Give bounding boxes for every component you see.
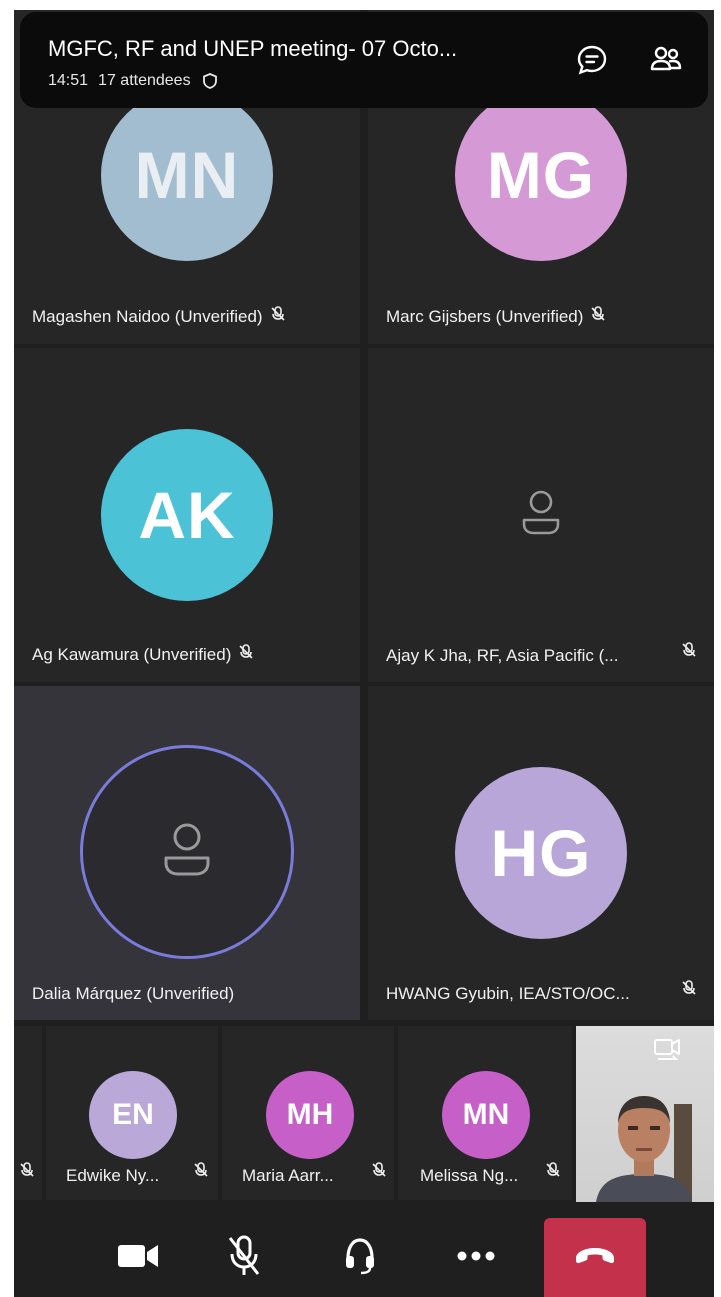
avatar: HG xyxy=(455,767,627,939)
participant-tile-small[interactable]: MN Melissa Ng... xyxy=(398,1026,572,1200)
self-view-video[interactable] xyxy=(576,1026,714,1202)
avatar xyxy=(455,429,627,601)
participant-tile[interactable]: HG HWANG Gyubin, IEA/STO/OC... xyxy=(368,686,714,1020)
participant-name-label: Dalia Márquez (Unverified) xyxy=(32,984,235,1003)
microphone-off-icon xyxy=(544,1161,562,1184)
participant-name: Magashen Naidoo (Unverified) xyxy=(32,305,287,328)
attendee-count[interactable]: 17 attendees xyxy=(98,72,191,90)
meeting-header: MGFC, RF and UNEP meeting- 07 Octo... 14… xyxy=(20,12,708,108)
meeting-window: MGFC, RF and UNEP meeting- 07 Octo... 14… xyxy=(14,10,714,1297)
speaking-ring xyxy=(80,745,294,959)
participant-tile-speaking[interactable]: Dalia Márquez (Unverified) xyxy=(14,686,360,1020)
participant-name: HWANG Gyubin, IEA/STO/OC... xyxy=(386,984,630,1004)
avatar: MN xyxy=(101,89,273,261)
audio-options-button[interactable] xyxy=(320,1218,400,1297)
microphone-off-icon xyxy=(680,641,698,664)
participant-name-label: Magashen Naidoo (Unverified) xyxy=(32,306,263,326)
headset-icon xyxy=(343,1236,377,1281)
person-icon xyxy=(159,820,215,885)
participant-tile-small[interactable]: MH Maria Aarr... xyxy=(222,1026,394,1200)
participants-button[interactable] xyxy=(646,42,686,82)
self-view-person xyxy=(596,1084,692,1202)
microphone-off-icon xyxy=(18,1161,36,1184)
participant-tile-small[interactable]: EN Edwike Ny... xyxy=(46,1026,218,1200)
camera-toggle-button[interactable] xyxy=(98,1218,178,1297)
more-icon xyxy=(456,1249,496,1267)
hang-up-icon xyxy=(573,1244,617,1271)
microphone-off-icon xyxy=(237,643,255,666)
more-options-button[interactable] xyxy=(436,1218,516,1297)
microphone-toggle-button[interactable] xyxy=(204,1218,284,1297)
chat-icon xyxy=(575,43,609,82)
microphone-off-icon xyxy=(370,1161,388,1184)
participant-name-label: Ag Kawamura (Unverified) xyxy=(32,644,232,664)
avatar: EN xyxy=(89,1071,177,1159)
video-camera-icon xyxy=(116,1241,160,1276)
participant-name-label: HWANG Gyubin, IEA/STO/OC... xyxy=(386,984,630,1003)
avatar: MN xyxy=(442,1071,530,1159)
avatar: AK xyxy=(101,429,273,601)
shield-icon xyxy=(201,72,219,90)
participant-name-label: Melissa Ng... xyxy=(420,1166,519,1185)
microphone-off-icon xyxy=(269,305,287,328)
meeting-title: MGFC, RF and UNEP meeting- 07 Octo... xyxy=(48,36,458,61)
participant-tile[interactable]: Ajay K Jha, RF, Asia Pacific (... xyxy=(368,348,714,682)
person-icon xyxy=(518,477,564,553)
participant-name: Dalia Márquez (Unverified) xyxy=(32,984,234,1004)
call-controls xyxy=(14,1206,714,1297)
participant-name-label: Marc Gijsbers (Unverified) xyxy=(386,306,584,326)
switch-camera-icon xyxy=(652,1036,684,1069)
participant-tile[interactable]: AK Ag Kawamura (Unverified) xyxy=(14,348,360,682)
microphone-off-icon xyxy=(589,305,607,328)
switch-camera-button[interactable] xyxy=(648,1034,688,1070)
microphone-off-icon xyxy=(680,979,698,1002)
participant-name-label: Edwike Ny... xyxy=(66,1166,160,1185)
meeting-time: 14:51 xyxy=(48,72,89,89)
participant-name: Ajay K Jha, RF, Asia Pacific (... xyxy=(386,646,618,666)
hang-up-button[interactable] xyxy=(544,1218,646,1297)
participant-name-label: Ajay K Jha, RF, Asia Pacific (... xyxy=(386,646,619,665)
participant-name-label: Maria Aarr... xyxy=(242,1166,334,1185)
participant-name: Marc Gijsbers (Unverified) xyxy=(386,305,607,328)
participant-name: Ag Kawamura (Unverified) xyxy=(32,643,255,666)
participant-tile-partial[interactable] xyxy=(14,1026,42,1200)
avatar: MG xyxy=(455,89,627,261)
avatar: MH xyxy=(266,1071,354,1159)
people-icon xyxy=(648,43,684,82)
microphone-off-icon xyxy=(192,1161,210,1184)
chat-button[interactable] xyxy=(572,42,612,82)
meeting-subline: 14:51 17 attendees xyxy=(48,72,219,90)
microphone-off-icon xyxy=(226,1234,262,1283)
